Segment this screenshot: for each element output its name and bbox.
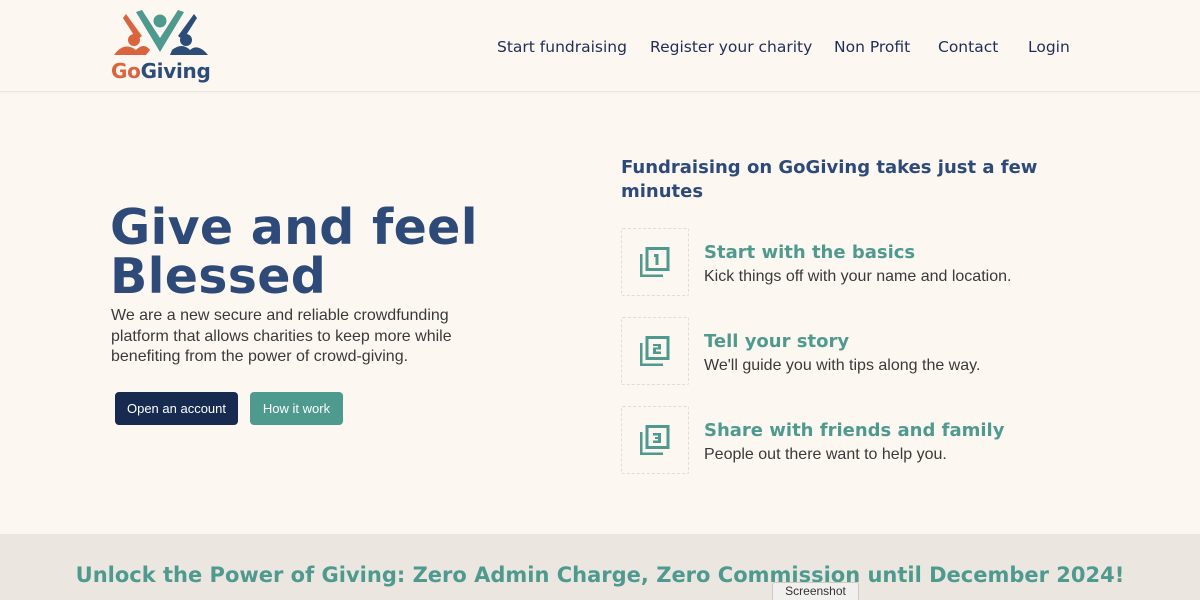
nav-login[interactable]: Login: [1028, 36, 1070, 58]
steps-heading: Fundraising on GoGiving takes just a few…: [621, 157, 1038, 202]
nav-register-charity[interactable]: Register your charity: [650, 36, 812, 58]
open-account-button[interactable]: Open an account: [115, 392, 238, 425]
how-it-works-button[interactable]: How it work: [250, 392, 343, 425]
hero-title-line2: Blessed: [110, 248, 327, 305]
filter-1-icon: [640, 247, 670, 277]
step-3-title: Share with friends and family: [704, 420, 1005, 441]
main-nav: Start fundraising Register your charity …: [0, 36, 1200, 58]
filter-2-icon: [640, 336, 670, 366]
nav-start-fundraising[interactable]: Start fundraising: [497, 36, 627, 58]
step-1-description: Kick things off with your name and locat…: [704, 268, 1012, 285]
step-3-icon-box: [621, 406, 689, 474]
promo-banner: Unlock the Power of Giving: Zero Admin C…: [0, 534, 1200, 600]
nav-contact[interactable]: Contact: [938, 36, 998, 58]
filter-3-icon: [640, 425, 670, 455]
hero-title: Give and feel Blessed: [110, 203, 580, 301]
step-2-icon-box: [621, 317, 689, 385]
promo-banner-text: Unlock the Power of Giving: Zero Admin C…: [75, 563, 1125, 587]
logo-giving-text: Giving: [140, 59, 211, 83]
step-1-title: Start with the basics: [704, 242, 916, 263]
nav-non-profit[interactable]: Non Profit: [834, 36, 910, 58]
logo-wordmark: GoGiving: [111, 59, 211, 83]
hero-description: We are a new secure and reliable crowdfu…: [111, 307, 452, 365]
site-header: GoGiving Start fundraising Register your…: [0, 0, 1200, 92]
step-1-icon-box: [621, 228, 689, 296]
page: GoGiving Start fundraising Register your…: [0, 0, 1200, 600]
logo-go-text: Go: [111, 59, 141, 83]
step-3-description: People out there want to help you.: [704, 446, 947, 463]
step-2-title: Tell your story: [704, 331, 850, 352]
step-2-description: We'll guide you with tips along the way.: [704, 357, 981, 374]
screenshot-tab[interactable]: Screenshot: [772, 582, 859, 600]
